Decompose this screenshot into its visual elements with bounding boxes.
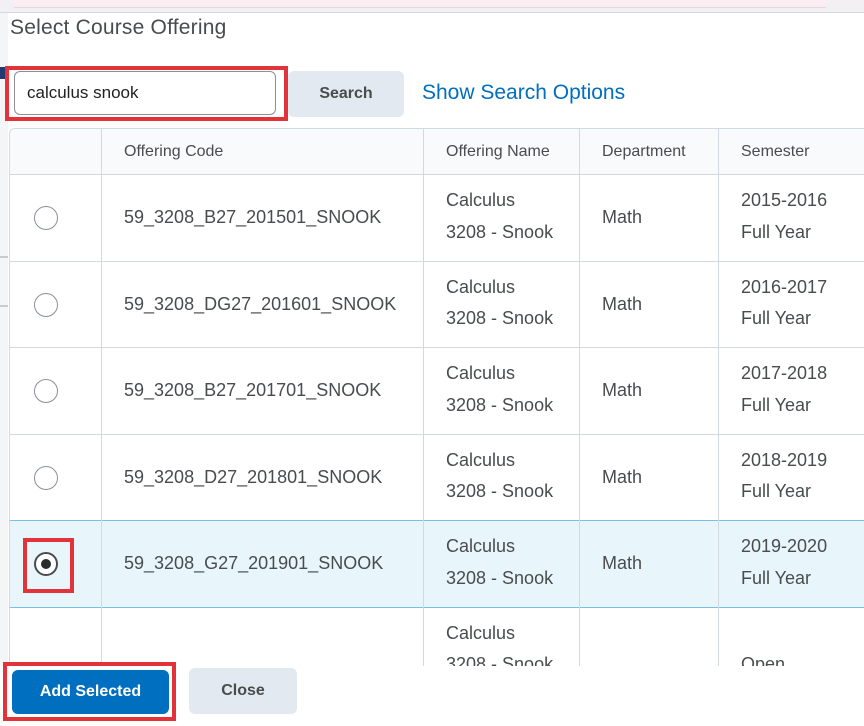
highlight-box-search xyxy=(5,66,288,121)
row-radio[interactable] xyxy=(34,293,58,317)
offerings-table: Offering Code Offering Name Department S… xyxy=(9,128,864,668)
highlight-box-add xyxy=(3,662,176,721)
semester-line1: 2019-2020 xyxy=(741,536,828,556)
table-header: Offering Code Offering Name Department S… xyxy=(10,129,864,175)
row-radio[interactable] xyxy=(34,379,58,403)
table-row-selected[interactable]: 59_3208_G27_201901_SNOOK Calculus 3208 -… xyxy=(10,520,864,608)
offering-name-line1: Calculus xyxy=(446,536,516,556)
background-page-bar xyxy=(14,0,826,8)
column-divider xyxy=(101,129,102,667)
offering-code: 59_3208_D27_201801_SNOOK xyxy=(124,467,383,487)
offering-name-line1: Calculus xyxy=(446,363,516,383)
semester-line1: 2017-2018 xyxy=(741,363,828,383)
department: Math xyxy=(602,467,643,487)
close-button[interactable]: Close xyxy=(189,668,297,714)
offering-name-line2: 3208 - Snook xyxy=(446,481,554,501)
department: Math xyxy=(602,553,643,573)
background-divider xyxy=(0,305,8,307)
department: Math xyxy=(602,380,643,400)
offering-code: 59_3208_G27_201901_SNOOK xyxy=(124,553,384,573)
table-row[interactable]: Calculus 3208 - Snook Open xyxy=(10,608,864,667)
offering-name-line2: 3208 - Snook xyxy=(446,222,554,242)
offering-name-line1: Calculus xyxy=(446,190,516,210)
offering-name-line1: Calculus xyxy=(446,277,516,297)
semester-line2: Full Year xyxy=(741,568,812,588)
background-divider xyxy=(0,256,8,258)
offering-name-line1: Calculus xyxy=(446,450,516,470)
department: Math xyxy=(602,207,643,227)
row-radio[interactable] xyxy=(34,206,58,230)
department: Math xyxy=(602,294,643,314)
dialog-title: Select Course Offering xyxy=(10,16,227,39)
offering-code: 59_3208_DG27_201601_SNOOK xyxy=(124,294,397,314)
semester-line2: Full Year xyxy=(741,481,812,501)
row-radio[interactable] xyxy=(34,466,58,490)
column-divider xyxy=(579,129,580,667)
offering-code: 59_3208_B27_201501_SNOOK xyxy=(124,207,382,227)
semester-line2: Full Year xyxy=(741,222,812,242)
column-divider xyxy=(423,129,424,667)
semester-line2: Full Year xyxy=(741,308,812,328)
semester-line1: 2015-2016 xyxy=(741,190,828,210)
column-divider xyxy=(718,129,719,667)
offering-name-line1: Calculus xyxy=(446,623,516,643)
offering-name-line2: 3208 - Snook xyxy=(446,395,554,415)
table-row[interactable]: 59_3208_B27_201701_SNOOK Calculus 3208 -… xyxy=(10,348,864,435)
offering-code: 59_3208_B27_201701_SNOOK xyxy=(124,380,382,400)
offering-name-line2: 3208 - Snook xyxy=(446,308,554,328)
header-semester[interactable]: Semester xyxy=(741,143,809,161)
table-row[interactable]: 59_3208_DG27_201601_SNOOK Calculus 3208 … xyxy=(10,262,864,348)
table-row[interactable]: 59_3208_B27_201501_SNOOK Calculus 3208 -… xyxy=(10,175,864,262)
header-offering-code[interactable]: Offering Code xyxy=(124,143,223,161)
dialog-top-border xyxy=(0,12,864,13)
header-department[interactable]: Department xyxy=(602,143,686,161)
semester-line2: Full Year xyxy=(741,395,812,415)
semester-line1: 2016-2017 xyxy=(741,277,828,297)
offering-name-line2: 3208 - Snook xyxy=(446,568,554,588)
header-offering-name[interactable]: Offering Name xyxy=(446,143,550,161)
search-button[interactable]: Search xyxy=(288,71,404,117)
table-row[interactable]: 59_3208_D27_201801_SNOOK Calculus 3208 -… xyxy=(10,435,864,521)
highlight-box-radio xyxy=(23,538,74,593)
background-page-strip xyxy=(0,0,864,12)
semester-line1: 2018-2019 xyxy=(741,450,828,470)
show-search-options-link[interactable]: Show Search Options xyxy=(422,81,625,105)
